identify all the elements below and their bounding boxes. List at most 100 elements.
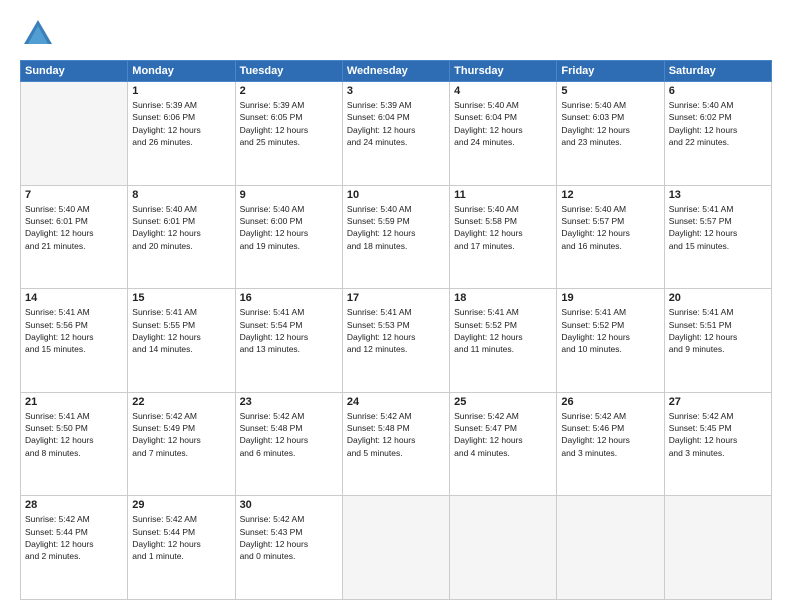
cell-info: Sunrise: 5:40 AMSunset: 6:01 PMDaylight:… — [25, 203, 123, 252]
day-number: 26 — [561, 396, 659, 408]
calendar-week-row: 7 Sunrise: 5:40 AMSunset: 6:01 PMDaylight… — [21, 185, 772, 289]
cell-info: Sunrise: 5:40 AMSunset: 6:00 PMDaylight:… — [240, 203, 338, 252]
calendar-cell: 8Sunrise: 5:40 AMSunset: 6:01 PMDaylight… — [128, 185, 235, 289]
day-number: 28 — [25, 499, 123, 511]
day-number: 7 — [25, 189, 123, 201]
calendar-cell: 22 Sunrise: 5:42 AMSunset: 5:49 PMDayligh… — [128, 392, 235, 496]
calendar-cell: 11 Sunrise: 5:40 AMSunset: 5:58 PMDayligh… — [450, 185, 557, 289]
day-number: 22 — [132, 396, 230, 408]
cell-info: Sunrise: 5:40 AMSunset: 5:57 PMDaylight:… — [561, 203, 659, 252]
cell-info: Sunrise: 5:42 AMSunset: 5:43 PMDaylight:… — [240, 513, 338, 562]
calendar-cell: 4 Sunrise: 5:40 AMSunset: 6:04 PMDaylight… — [450, 82, 557, 186]
day-number: 10 — [347, 189, 445, 201]
calendar-cell: 6 Sunrise: 5:40 AMSunset: 6:02 PMDaylight… — [664, 82, 771, 186]
cell-info: Sunrise: 5:41 AMSunset: 5:51 PMDaylight:… — [669, 306, 767, 355]
calendar-cell: 29 Sunrise: 5:42 AMSunset: 5:44 PMDayligh… — [128, 496, 235, 600]
calendar-cell — [342, 496, 449, 600]
calendar-cell: 5 Sunrise: 5:40 AMSunset: 6:03 PMDaylight… — [557, 82, 664, 186]
calendar-cell: 30 Sunrise: 5:42 AMSunset: 5:43 PMDayligh… — [235, 496, 342, 600]
day-number: 13 — [669, 189, 767, 201]
cell-info: Sunrise: 5:42 AMSunset: 5:47 PMDaylight:… — [454, 410, 552, 459]
calendar-cell: 27Sunrise: 5:42 AMSunset: 5:45 PMDayligh… — [664, 392, 771, 496]
cell-info: Sunrise: 5:40 AMSunset: 6:04 PMDaylight:… — [454, 99, 552, 148]
day-number: 18 — [454, 292, 552, 304]
day-number: 16 — [240, 292, 338, 304]
header-wednesday: Wednesday — [342, 61, 449, 82]
day-number: 12 — [561, 189, 659, 201]
calendar-cell: 1 Sunrise: 5:39 AMSunset: 6:06 PMDaylight… — [128, 82, 235, 186]
calendar-cell: 26 Sunrise: 5:42 AMSunset: 5:46 PMDayligh… — [557, 392, 664, 496]
cell-info: Sunrise: 5:41 AMSunset: 5:52 PMDaylight:… — [561, 306, 659, 355]
day-number: 1 — [132, 85, 230, 97]
calendar-week-row: 14 Sunrise: 5:41 AMSunset: 5:56 PMDayligh… — [21, 289, 772, 393]
calendar-cell: 28Sunrise: 5:42 AMSunset: 5:44 PMDayligh… — [21, 496, 128, 600]
cell-info: Sunrise: 5:40 AMSunset: 6:01 PMDaylight:… — [132, 203, 230, 252]
cell-info: Sunrise: 5:39 AMSunset: 6:05 PMDaylight:… — [240, 99, 338, 148]
calendar-cell: 18Sunrise: 5:41 AMSunset: 5:52 PMDayligh… — [450, 289, 557, 393]
calendar-cell: 9 Sunrise: 5:40 AMSunset: 6:00 PMDaylight… — [235, 185, 342, 289]
day-number: 14 — [25, 292, 123, 304]
day-number: 29 — [132, 499, 230, 511]
day-number: 4 — [454, 85, 552, 97]
header-friday: Friday — [557, 61, 664, 82]
cell-info: Sunrise: 5:42 AMSunset: 5:46 PMDaylight:… — [561, 410, 659, 459]
cell-info: Sunrise: 5:42 AMSunset: 5:45 PMDaylight:… — [669, 410, 767, 459]
calendar-week-row: 28 Sunrise: 5:42 AMSunset: 5:44 PMDayligh… — [21, 496, 772, 600]
day-number: 19 — [561, 292, 659, 304]
cell-info: Sunrise: 5:42 AMSunset: 5:49 PMDaylight:… — [132, 410, 230, 459]
cell-info: Sunrise: 5:42 AMSunset: 5:48 PMDaylight:… — [240, 410, 338, 459]
day-number: 20 — [669, 292, 767, 304]
calendar-cell: 15 Sunrise: 5:41 AMSunset: 5:55 PMDayligh… — [128, 289, 235, 393]
cell-info: Sunrise: 5:41 AMSunset: 5:53 PMDaylight:… — [347, 306, 445, 355]
calendar-cell: 21 Sunrise: 5:41 AMSunset: 5:50 PMDayligh… — [21, 392, 128, 496]
calendar-cell — [557, 496, 664, 600]
day-number: 9 — [240, 189, 338, 201]
header-saturday: Saturday — [664, 61, 771, 82]
calendar-cell: 20 Sunrise: 5:41 AMSunset: 5:51 PMDayligh… — [664, 289, 771, 393]
calendar-cell: 2Sunrise: 5:39 AMSunset: 6:05 PMDaylight… — [235, 82, 342, 186]
day-number: 5 — [561, 85, 659, 97]
header-thursday: Thursday — [450, 61, 557, 82]
day-number: 6 — [669, 85, 767, 97]
calendar-cell — [450, 496, 557, 600]
cell-info: Sunrise: 5:40 AMSunset: 5:59 PMDaylight:… — [347, 203, 445, 252]
day-number: 21 — [25, 396, 123, 408]
cell-info: Sunrise: 5:41 AMSunset: 5:56 PMDaylight:… — [25, 306, 123, 355]
cell-info: Sunrise: 5:40 AMSunset: 6:03 PMDaylight:… — [561, 99, 659, 148]
logo — [20, 16, 56, 52]
calendar-header-row: SundayMondayTuesdayWednesdayThursdayFrid… — [21, 61, 772, 82]
header-sunday: Sunday — [21, 61, 128, 82]
calendar-cell: 13 Sunrise: 5:41 AMSunset: 5:57 PMDayligh… — [664, 185, 771, 289]
day-number: 3 — [347, 85, 445, 97]
day-number: 24 — [347, 396, 445, 408]
cell-info: Sunrise: 5:39 AMSunset: 6:06 PMDaylight:… — [132, 99, 230, 148]
calendar-week-row: 1 Sunrise: 5:39 AMSunset: 6:06 PMDaylight… — [21, 82, 772, 186]
cell-info: Sunrise: 5:41 AMSunset: 5:57 PMDaylight:… — [669, 203, 767, 252]
day-number: 23 — [240, 396, 338, 408]
calendar-cell: 25 Sunrise: 5:42 AMSunset: 5:47 PMDayligh… — [450, 392, 557, 496]
logo-icon — [20, 16, 56, 52]
day-number: 25 — [454, 396, 552, 408]
calendar-table: SundayMondayTuesdayWednesdayThursdayFrid… — [20, 60, 772, 600]
calendar-week-row: 21 Sunrise: 5:41 AMSunset: 5:50 PMDayligh… — [21, 392, 772, 496]
header — [20, 16, 772, 52]
calendar-cell: 16 Sunrise: 5:41 AMSunset: 5:54 PMDayligh… — [235, 289, 342, 393]
cell-info: Sunrise: 5:41 AMSunset: 5:55 PMDaylight:… — [132, 306, 230, 355]
calendar-cell: 3 Sunrise: 5:39 AMSunset: 6:04 PMDaylight… — [342, 82, 449, 186]
cell-info: Sunrise: 5:42 AMSunset: 5:44 PMDaylight:… — [132, 513, 230, 562]
calendar-cell: 12 Sunrise: 5:40 AMSunset: 5:57 PMDayligh… — [557, 185, 664, 289]
header-tuesday: Tuesday — [235, 61, 342, 82]
cell-info: Sunrise: 5:41 AMSunset: 5:54 PMDaylight:… — [240, 306, 338, 355]
page: SundayMondayTuesdayWednesdayThursdayFrid… — [0, 0, 792, 612]
day-number: 30 — [240, 499, 338, 511]
day-number: 17 — [347, 292, 445, 304]
cell-info: Sunrise: 5:41 AMSunset: 5:50 PMDaylight:… — [25, 410, 123, 459]
cell-info: Sunrise: 5:39 AMSunset: 6:04 PMDaylight:… — [347, 99, 445, 148]
calendar-cell: 24Sunrise: 5:42 AMSunset: 5:48 PMDayligh… — [342, 392, 449, 496]
cell-info: Sunrise: 5:40 AMSunset: 6:02 PMDaylight:… — [669, 99, 767, 148]
calendar-cell: 7 Sunrise: 5:40 AMSunset: 6:01 PMDaylight… — [21, 185, 128, 289]
day-number: 15 — [132, 292, 230, 304]
day-number: 11 — [454, 189, 552, 201]
calendar-cell — [664, 496, 771, 600]
cell-info: Sunrise: 5:40 AMSunset: 5:58 PMDaylight:… — [454, 203, 552, 252]
